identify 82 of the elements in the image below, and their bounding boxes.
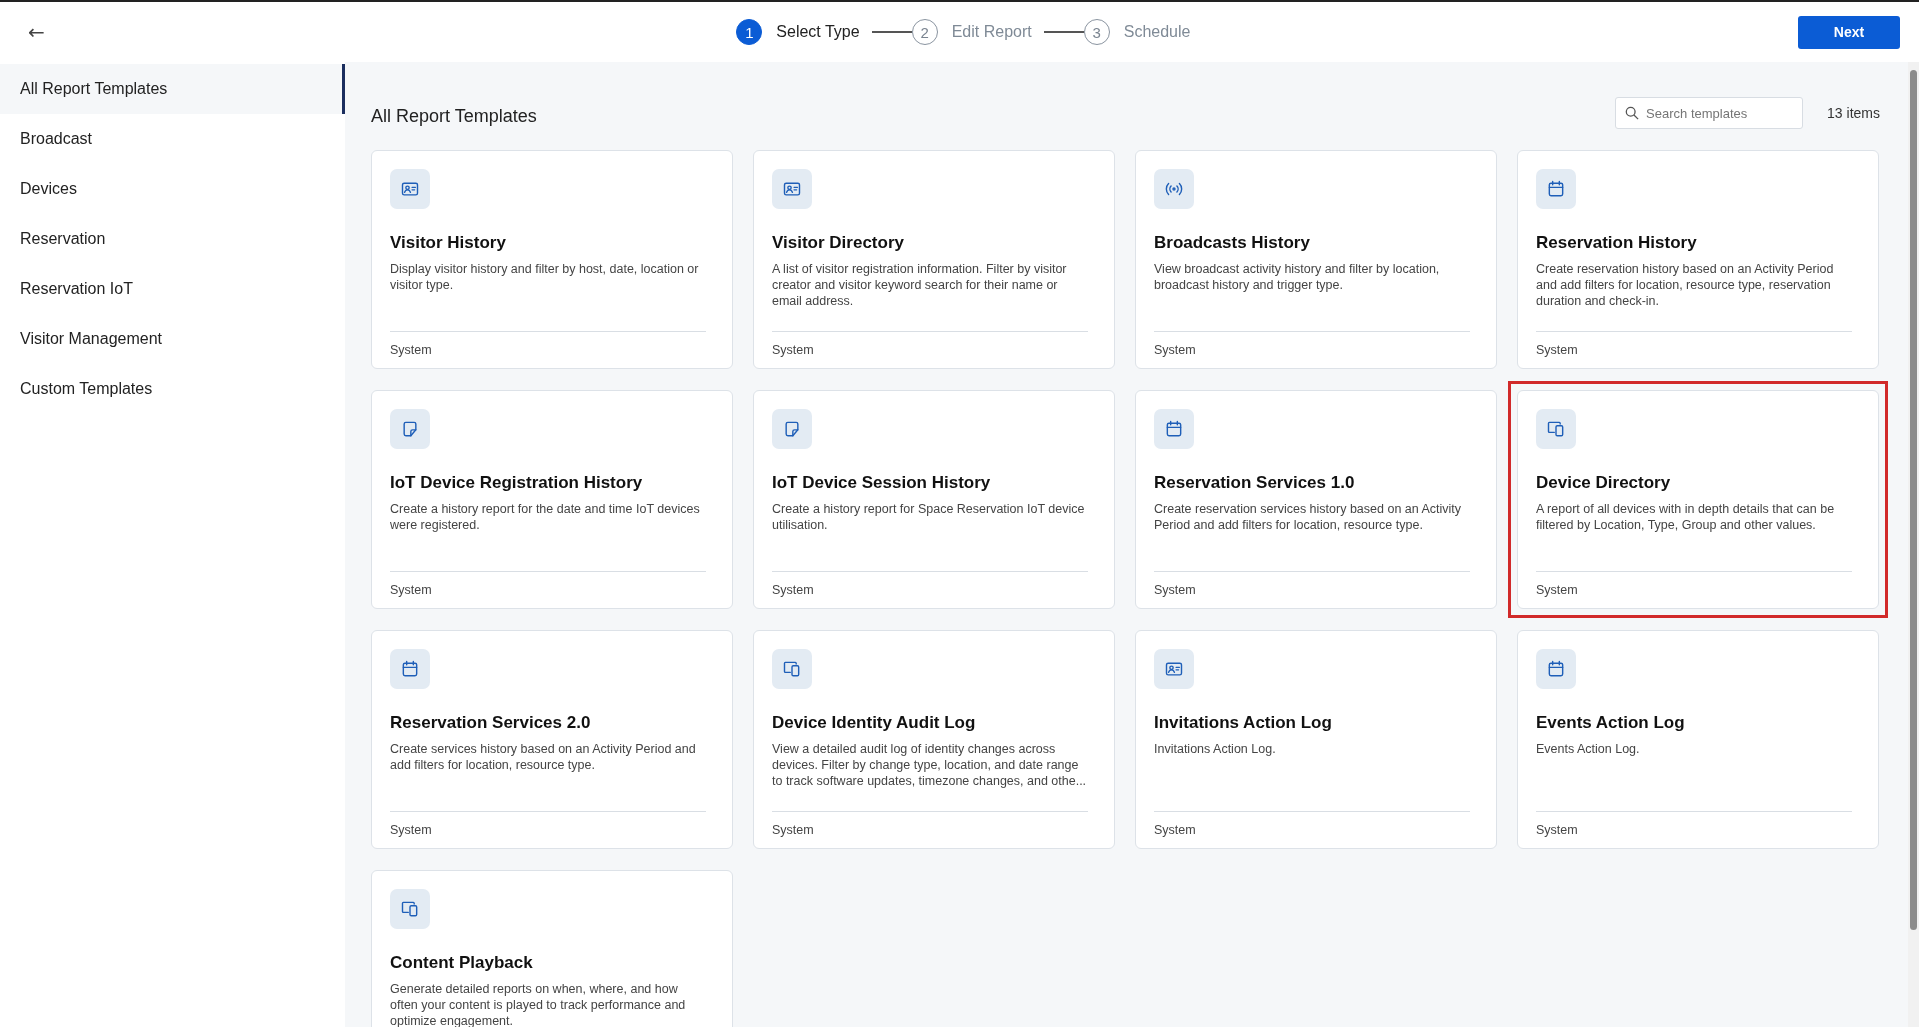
sidebar-item[interactable]: Reservation: [0, 214, 345, 264]
step-label[interactable]: Schedule: [1123, 23, 1191, 41]
card-title: Events Action Log: [1536, 713, 1686, 733]
card-source: System: [1536, 823, 1578, 837]
step-number: 1: [736, 19, 763, 45]
card-source: System: [1536, 343, 1578, 357]
devices-icon: [390, 889, 430, 929]
search-icon: [1625, 106, 1640, 120]
card-source: System: [1154, 823, 1196, 837]
card-description: View broadcast activity history and filter by location, broadcast history and trigger type.: [1154, 261, 1441, 293]
template-card[interactable]: Reservation History Create reservation history based on an Activity Period and add filters for location, resource type, reservation duration and check-in. System: [1517, 150, 1879, 369]
card-title: IoT Device Session History: [772, 473, 992, 493]
sidebar-item[interactable]: Devices: [0, 164, 345, 214]
card-description: Create a history report for Space Reservation IoT device utilisation.: [772, 501, 1086, 533]
item-count: 13 items: [1827, 105, 1880, 121]
template-card[interactable]: Visitor Directory A list of visitor registration information. Filter by visitor creator and visitor keyword search for their name or email address. System: [753, 150, 1115, 369]
template-card[interactable]: Device Identity Audit Log View a detailed audit log of identity changes across devices. Filter by change type, location, and date range to track software updates, timezone changes, and othe... System: [753, 630, 1115, 849]
sidebar-item[interactable]: Visitor Management: [0, 314, 345, 364]
template-card[interactable]: Device Directory A report of all devices with in depth details that can be filtered by Location, Type, Group and other values. System: [1517, 390, 1879, 609]
card-title: Content Playback: [390, 953, 534, 973]
scrollbar[interactable]: [1908, 62, 1919, 1027]
card-title: Invitations Action Log: [1154, 713, 1333, 733]
broadcast-icon: [1154, 169, 1194, 209]
template-card[interactable]: Invitations Action Log Invitations Action Log. System: [1135, 630, 1497, 849]
template-card[interactable]: Events Action Log Events Action Log. System: [1517, 630, 1879, 849]
id-card-icon: [1154, 649, 1194, 689]
sidebar-item[interactable]: Broadcast: [0, 114, 345, 164]
step-label[interactable]: Edit Report: [951, 23, 1032, 41]
template-card[interactable]: Visitor History Display visitor history and filter by host, date, location or visitor type. System: [371, 150, 733, 369]
card-source: System: [390, 343, 432, 357]
card-description: Generate detailed reports on when, where, and how often your content is played to track performance and optimize engagement.: [390, 981, 687, 1027]
id-card-icon: [390, 169, 430, 209]
calendar-icon: [390, 649, 430, 689]
id-card-icon: [772, 169, 812, 209]
note-icon: [390, 409, 430, 449]
card-title: Visitor History: [390, 233, 507, 253]
calendar-icon: [1536, 649, 1576, 689]
search-field[interactable]: Search templates: [1615, 97, 1804, 129]
devices-icon: [772, 649, 812, 689]
template-card[interactable]: IoT Device Session History Create a history report for Space Reservation IoT device utilisation. System: [753, 390, 1115, 609]
sidebar-item[interactable]: Custom Templates: [0, 364, 345, 414]
card-source: System: [390, 823, 432, 837]
card-title: Broadcasts History: [1154, 233, 1311, 253]
card-description: Events Action Log.: [1536, 741, 1641, 757]
card-source: System: [390, 583, 432, 597]
card-title: Reservation Services 1.0: [1154, 473, 1356, 493]
step-label[interactable]: Select Type: [776, 23, 860, 41]
devices-icon: [1536, 409, 1576, 449]
card-title: Device Identity Audit Log: [772, 713, 977, 733]
card-source: System: [1536, 583, 1578, 597]
next-button[interactable]: Next: [1798, 15, 1900, 49]
calendar-icon: [1154, 409, 1194, 449]
card-description: A report of all devices with in depth details that can be filtered by Location, Type, Group and other values.: [1536, 501, 1836, 533]
card-title: Reservation History: [1536, 233, 1698, 253]
template-card[interactable]: Content Playback Generate detailed reports on when, where, and how often your content is played to track performance and optimize engagement.: [371, 870, 733, 1027]
card-description: Create services history based on an Activity Period and add filters for location, resource type.: [390, 741, 697, 773]
card-title: Visitor Directory: [772, 233, 905, 253]
card-title: IoT Device Registration History: [390, 473, 644, 493]
template-card[interactable]: Reservation Services 1.0 Create reservation services history based on an Activity Period and add filters for location, resource type. System: [1135, 390, 1497, 609]
note-icon: [772, 409, 812, 449]
card-description: View a detailed audit log of identity changes across devices. Filter by change type, location, and date range to track software updates, timezone changes, and othe...: [772, 741, 1088, 789]
back-button[interactable]: ←: [24, 20, 49, 44]
sidebar-item[interactable]: Reservation IoT: [0, 264, 345, 314]
card-source: System: [1154, 343, 1196, 357]
card-description: Display visitor history and filter by host, date, location or visitor type.: [390, 261, 700, 293]
template-card[interactable]: Broadcasts History View broadcast activity history and filter by location, broadcast history and trigger type. System: [1135, 150, 1497, 369]
card-source: System: [772, 823, 814, 837]
calendar-icon: [1536, 169, 1576, 209]
card-description: Create a history report for the date and time IoT devices were registered.: [390, 501, 701, 533]
template-card[interactable]: Reservation Services 2.0 Create services history based on an Activity Period and add filters for location, resource type. System: [371, 630, 733, 849]
card-title: Reservation Services 2.0: [390, 713, 592, 733]
template-card[interactable]: IoT Device Registration History Create a history report for the date and time IoT devices were registered. System: [371, 390, 733, 609]
card-title: Device Directory: [1536, 473, 1672, 493]
card-description: Invitations Action Log.: [1154, 741, 1277, 757]
page-title: All Report Templates: [371, 105, 537, 127]
card-description: Create reservation history based on an Activity Period and add filters for location, resource type, reservation duration and check-in.: [1536, 261, 1835, 309]
sidebar-item[interactable]: All Report Templates: [0, 64, 345, 114]
card-description: A list of visitor registration information. Filter by visitor creator and visitor keyword search for their name or email address.: [772, 261, 1068, 309]
card-source: System: [772, 583, 814, 597]
card-source: System: [772, 343, 814, 357]
card-source: System: [1154, 583, 1196, 597]
card-description: Create reservation services history based on an Activity Period and add filters for location, resource type.: [1154, 501, 1463, 533]
